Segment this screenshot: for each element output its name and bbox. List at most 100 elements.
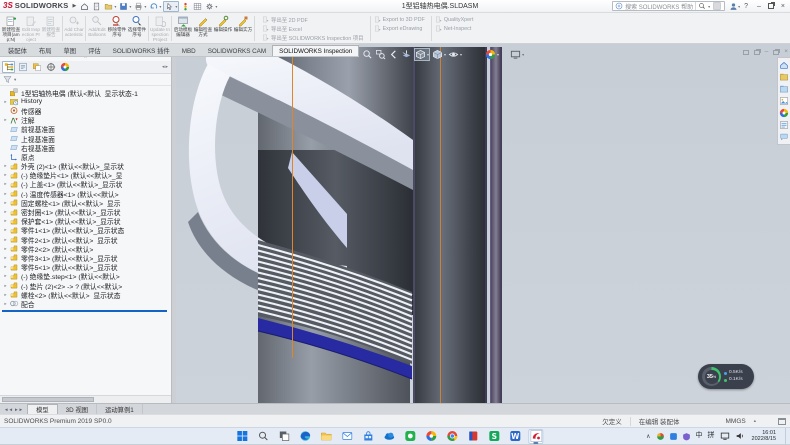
expand-arrow-icon[interactable]: ▸: [2, 283, 9, 289]
export-button[interactable]: 导出至 SOLIDWORKS Inspection 项目: [262, 33, 364, 42]
tab-scroll-arrows[interactable]: ◄◄ ►►: [0, 404, 27, 414]
search-type-icon[interactable]: [615, 2, 623, 10]
ribbon-button-template-editor[interactable]: 启动模板编辑器: [173, 14, 193, 43]
lights-button[interactable]: [180, 1, 191, 12]
tree-item[interactable]: ▸(-) 温度传感器<1> (默认<<默认>_: [2, 189, 171, 198]
zoom-fit-button[interactable]: [362, 49, 373, 60]
expand-arrow-icon[interactable]: ▸: [2, 172, 9, 178]
task-forum-button[interactable]: [779, 132, 789, 142]
tree-item[interactable]: ▸(-) 绝缘垫片<1> (默认<<默认>_显: [2, 171, 171, 180]
tree-item[interactable]: ▸零件1<1> (默认<<默认>_显示状态: [2, 226, 171, 235]
panel-tab-feature-manager[interactable]: [2, 61, 15, 73]
doc-restore-button[interactable]: [773, 50, 779, 55]
panel-tab-display-manager[interactable]: [58, 61, 71, 73]
tree-item[interactable]: ▸(-) 绝缘垫.step<1> (默认<<默认>: [2, 272, 171, 281]
grid-button[interactable]: [192, 1, 203, 12]
expand-arrow-icon[interactable]: ▸: [2, 209, 9, 215]
scrollbar-thumb[interactable]: [2, 397, 94, 402]
new-document-button[interactable]: [91, 1, 102, 12]
taskbar-icon-edge[interactable]: [297, 429, 312, 444]
tree-item[interactable]: ▸History: [2, 97, 171, 106]
expand-arrow-icon[interactable]: ▸: [2, 200, 9, 206]
search-input[interactable]: 搜索 SOLIDWORKS 帮助 ▾: [612, 1, 725, 11]
panel-horizontal-scrollbar[interactable]: [0, 395, 171, 403]
tray-expand-icon[interactable]: ∧: [646, 433, 650, 440]
tree-item[interactable]: ▸注解: [2, 116, 171, 125]
select-button[interactable]: ▾: [163, 1, 179, 12]
taskbar-icon-mail[interactable]: [339, 429, 354, 444]
tree-item[interactable]: 1型铝轴热电偶 (默认<默认_显示状态-1: [2, 88, 171, 97]
tab-草图[interactable]: 草图: [57, 44, 82, 56]
tab-装配体[interactable]: 装配体: [2, 44, 33, 56]
tray-purple-app-icon[interactable]: [682, 432, 691, 441]
help-button[interactable]: ?: [744, 2, 748, 11]
pane-window-icon[interactable]: [743, 50, 749, 55]
tree-item[interactable]: ▸密封圈<1> (默认<<默认>_显示状: [2, 207, 171, 216]
volume-tray-icon[interactable]: [735, 431, 745, 441]
tray-blue-app-icon[interactable]: [669, 432, 678, 441]
filter-caret-icon[interactable]: ▾: [14, 77, 16, 83]
hide-show-items-button[interactable]: ▾: [448, 49, 462, 60]
panel-splitter[interactable]: [172, 57, 176, 403]
status-units[interactable]: MMGS: [726, 418, 746, 425]
tree-item[interactable]: ▸螺栓<2> (默认<<默认>_显示状态: [2, 290, 171, 299]
tree-item[interactable]: ▸外壳 (2)<1> (默认<<默认>_显示状: [2, 162, 171, 171]
expand-arrow-icon[interactable]: ▸: [2, 227, 9, 233]
model-tab-3D-视图[interactable]: 3D 视图: [58, 404, 97, 414]
export-button[interactable]: QualityXpert: [435, 15, 474, 24]
network-speed-widget[interactable]: 35% 0.5K/s 0.1K/s: [698, 364, 754, 389]
previous-view-button[interactable]: [388, 49, 399, 60]
panel-tab-scroll-arrows[interactable]: ◂▸: [162, 64, 169, 70]
show-desktop-button[interactable]: [785, 428, 787, 445]
ribbon-button-balloon-remove[interactable]: 移除零件序号: [107, 14, 127, 43]
login-button[interactable]: ▾: [729, 2, 740, 11]
tree-item[interactable]: 右视基准面: [2, 143, 171, 152]
tree-item[interactable]: ▸(-) 上盖<1> (默认<<默认>_显示状: [2, 180, 171, 189]
tree-item[interactable]: ▸零件3<1> (默认<<默认>_显示状: [2, 253, 171, 262]
expand-arrow-icon[interactable]: ▸: [2, 117, 9, 123]
expand-arrow-icon[interactable]: ▸: [2, 237, 9, 243]
menu-expand-arrow[interactable]: ▶: [72, 3, 76, 9]
tab-布局[interactable]: 布局: [33, 44, 58, 56]
expand-arrow-icon[interactable]: ▸: [2, 264, 9, 270]
taskbar-icon-solidworks[interactable]: [528, 429, 543, 444]
view-orientation-button[interactable]: ▾: [414, 48, 430, 61]
expand-arrow-icon[interactable]: ▸: [2, 99, 9, 105]
expand-arrow-icon[interactable]: ▸: [2, 273, 9, 279]
edit-appearance-button[interactable]: ▾: [485, 49, 499, 60]
pane-windows-icon[interactable]: [754, 50, 760, 55]
ime-language-indicator[interactable]: 中: [696, 431, 703, 441]
taskbar-clock[interactable]: 16:01 2022/8/15: [752, 430, 776, 443]
export-button[interactable]: Net-Inspect: [435, 24, 474, 33]
tree-item[interactable]: ▸保护套<1> (默认<<默认>_显示状: [2, 217, 171, 226]
taskbar-icon-start[interactable]: [234, 429, 249, 444]
task-custom-properties-button[interactable]: [779, 120, 789, 130]
taskbar-icon-store[interactable]: [360, 429, 375, 444]
tree-item[interactable]: 上视基准面: [2, 134, 171, 143]
close-button[interactable]: ×: [781, 2, 785, 11]
tree-item[interactable]: ▸(-) 垫片 (2)<2> -> ? (默认<<默认>: [2, 281, 171, 290]
restore-button[interactable]: [768, 3, 774, 9]
expand-arrow-icon[interactable]: ▸: [2, 218, 9, 224]
ribbon-button-edit-method[interactable]: 编辑检查方式: [193, 14, 213, 43]
model-tab-运动算例1[interactable]: 运动算例1: [97, 404, 143, 414]
view-settings-button[interactable]: ▾: [510, 49, 524, 60]
export-button[interactable]: Export eDrawing: [374, 24, 425, 33]
units-caret-icon[interactable]: ▴: [754, 418, 756, 424]
tab-mbd[interactable]: MBD: [176, 46, 202, 56]
ribbon-button-balloon-select[interactable]: 选择零件序号: [127, 14, 147, 43]
task-home-button[interactable]: [779, 60, 789, 70]
panel-tab-configuration-manager[interactable]: [30, 61, 43, 73]
taskbar-icon-color-wheel[interactable]: [423, 429, 438, 444]
tree-item[interactable]: ▸零件2<1> (默认<<默认>_显示状: [2, 235, 171, 244]
tree-item[interactable]: ▸配合: [2, 299, 171, 308]
tree-item[interactable]: 传感器: [2, 106, 171, 115]
tree-item[interactable]: 前视基准面: [2, 125, 171, 134]
search-icon[interactable]: [698, 2, 706, 10]
expand-arrow-icon[interactable]: ▸: [2, 301, 9, 307]
display-style-button[interactable]: ▾: [432, 49, 446, 60]
tray-color-app-icon[interactable]: [656, 432, 665, 441]
zoom-area-button[interactable]: [375, 49, 386, 60]
task-file-explorer-button[interactable]: [779, 84, 789, 94]
tab-solidworks-inspection[interactable]: SOLIDWORKS Inspection: [272, 45, 359, 56]
